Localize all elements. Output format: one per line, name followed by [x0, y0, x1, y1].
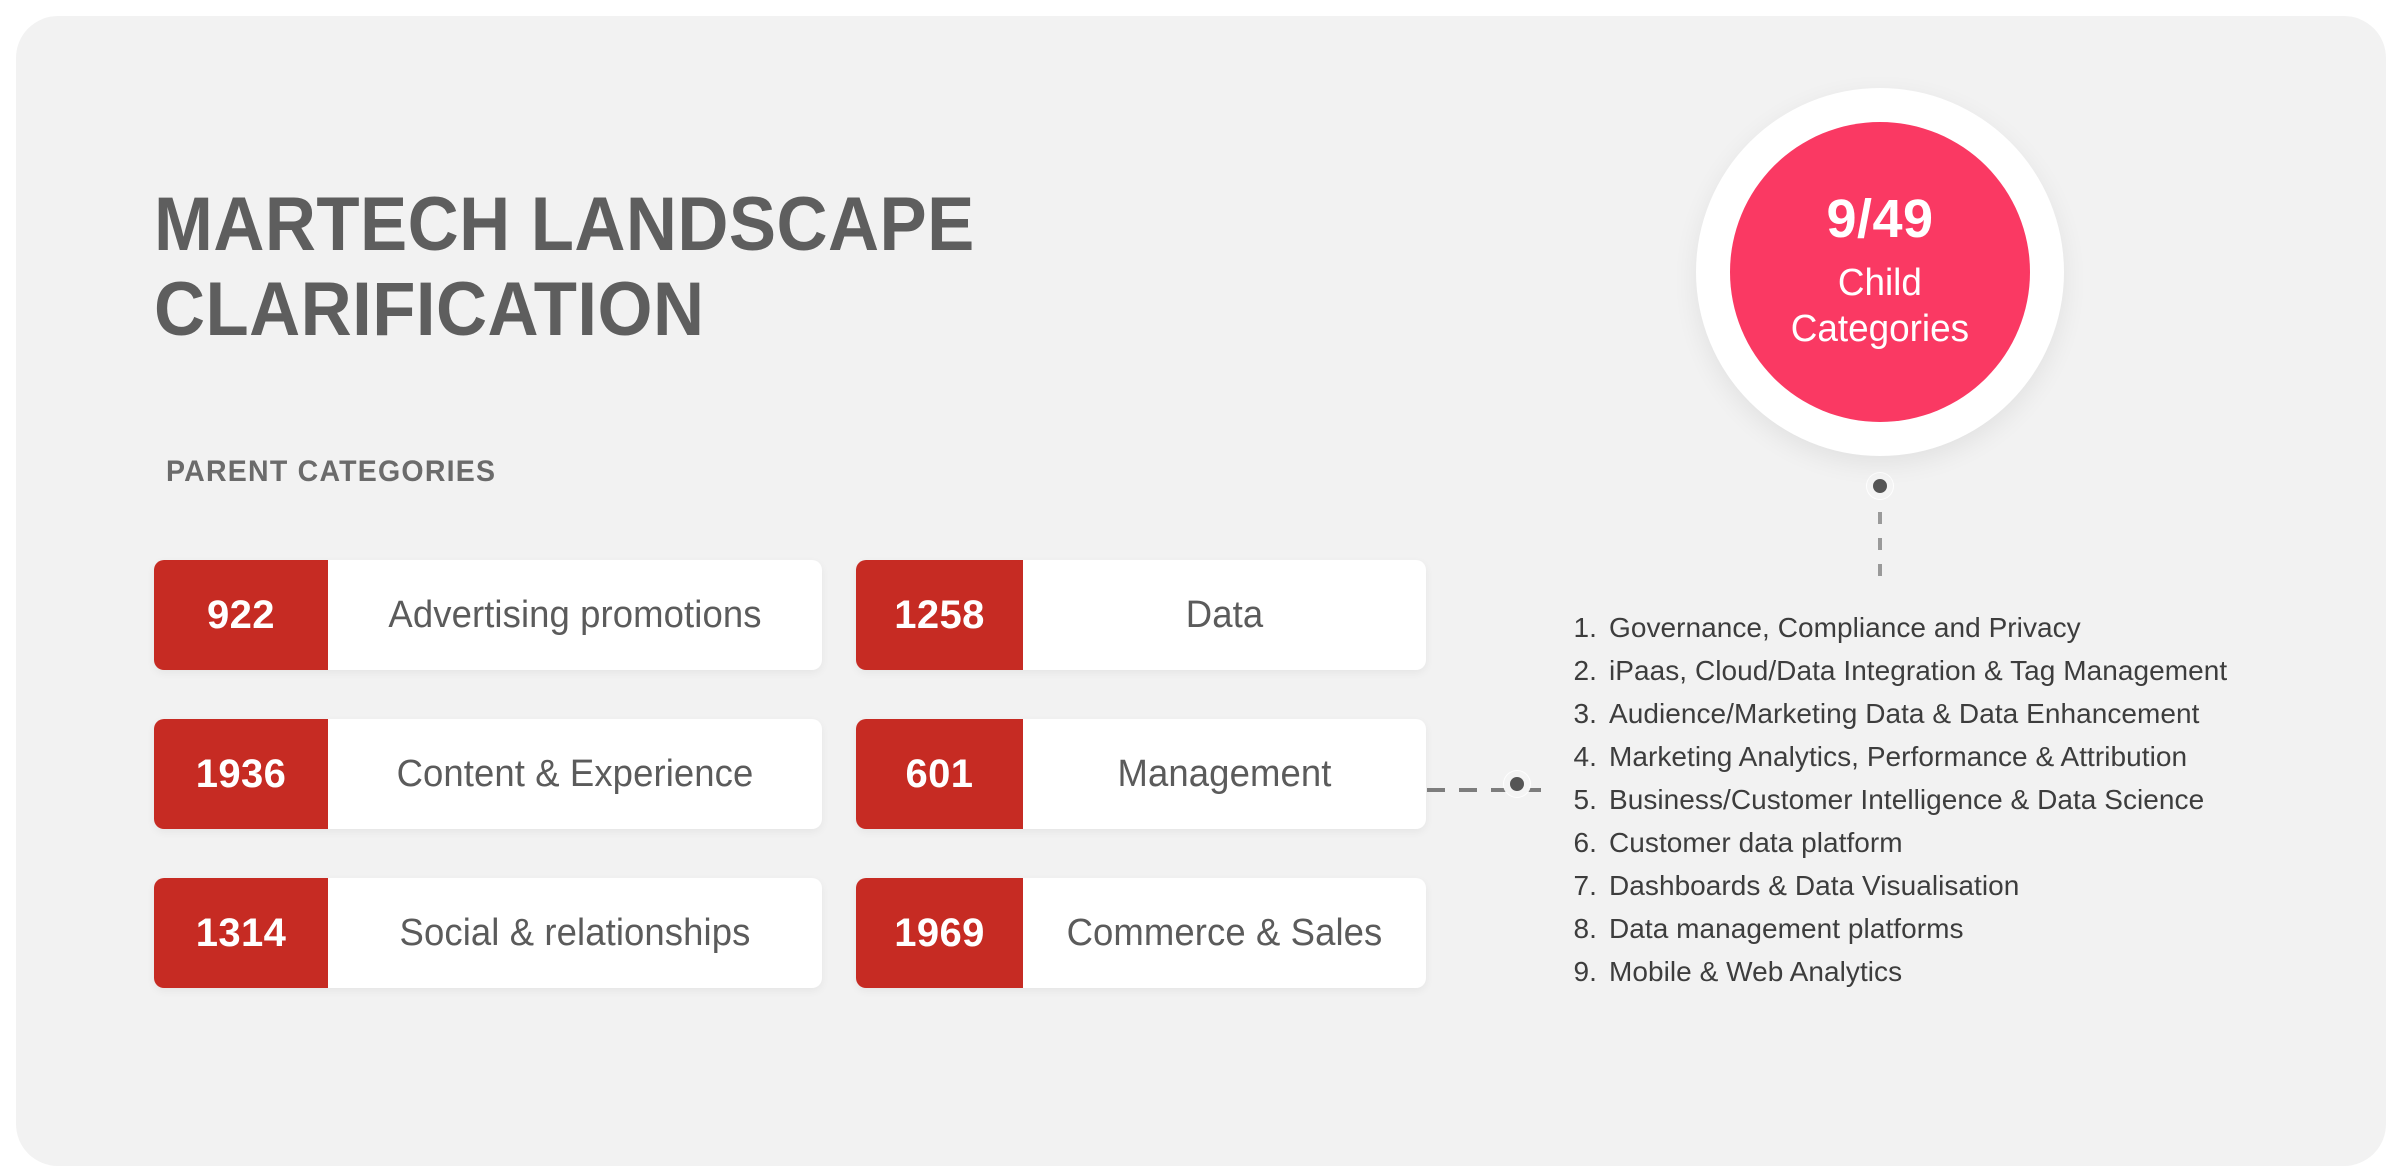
- list-item-number: 4.: [1573, 741, 1597, 772]
- infographic-canvas: MARTECH LANDSCAPE CLARIFICATION PARENT C…: [0, 0, 2400, 1175]
- parent-category-label: Advertising promotions: [388, 593, 762, 636]
- parent-category-count: 601: [856, 719, 1023, 829]
- badge-connector-dot-icon: [1867, 473, 1893, 499]
- list-item: 6. Customer data platform: [1565, 821, 2365, 864]
- parent-category-label: Management: [1117, 752, 1332, 795]
- parent-category-label: Commerce & Sales: [1066, 911, 1383, 954]
- list-item-number: 8.: [1573, 913, 1597, 944]
- list-item: 3. Audience/Marketing Data & Data Enhanc…: [1565, 692, 2365, 735]
- list-item-number: 9.: [1573, 956, 1597, 987]
- list-item-number: 3.: [1573, 698, 1597, 729]
- child-categories-badge: 9/49 Child Categories: [1696, 88, 2064, 456]
- parent-categories-right-column: 1258 Data 601 Management 1969 Commerce &…: [856, 560, 1426, 988]
- list-item-label: Marketing Analytics, Performance & Attri…: [1609, 741, 2188, 772]
- list-item: 1. Governance, Compliance and Privacy: [1565, 606, 2365, 649]
- parent-category-count: 1314: [154, 878, 328, 988]
- parent-category-row[interactable]: 1314 Social & relationships: [154, 878, 822, 988]
- page-title: MARTECH LANDSCAPE CLARIFICATION: [154, 182, 975, 353]
- parent-category-label: Social & relationships: [399, 911, 751, 954]
- connector-dot-icon: [1504, 771, 1530, 797]
- parent-category-label: Content & Experience: [396, 752, 754, 795]
- parent-category-row-management[interactable]: 601 Management: [856, 719, 1426, 829]
- list-item-label: Mobile & Web Analytics: [1609, 956, 1903, 987]
- list-item-label: Governance, Compliance and Privacy: [1609, 612, 2081, 643]
- parent-category-row[interactable]: 1258 Data: [856, 560, 1426, 670]
- parent-categories-left-column: 922 Advertising promotions 1936 Content …: [154, 560, 822, 988]
- list-item: 5. Business/Customer Intelligence & Data…: [1565, 778, 2365, 821]
- list-item-label: Data management platforms: [1609, 913, 1964, 944]
- child-categories-list: 1. Governance, Compliance and Privacy 2.…: [1565, 606, 2365, 993]
- list-item: 4. Marketing Analytics, Performance & At…: [1565, 735, 2365, 778]
- list-item: 9. Mobile & Web Analytics: [1565, 950, 2365, 993]
- parent-category-label: Data: [1185, 593, 1264, 636]
- list-item-number: 5.: [1573, 784, 1597, 815]
- list-item: 2. iPaas, Cloud/Data Integration & Tag M…: [1565, 649, 2365, 692]
- list-item-number: 6.: [1573, 827, 1597, 858]
- badge-ratio: 9/49: [1826, 189, 1934, 250]
- parent-category-row[interactable]: 1969 Commerce & Sales: [856, 878, 1426, 988]
- list-item-number: 2.: [1573, 655, 1597, 686]
- list-item-number: 7.: [1573, 870, 1597, 901]
- parent-category-row[interactable]: 922 Advertising promotions: [154, 560, 822, 670]
- list-item-label: Dashboards & Data Visualisation: [1609, 870, 2020, 901]
- badge-inner-circle: 9/49 Child Categories: [1730, 122, 2030, 422]
- list-item: 8. Data management platforms: [1565, 907, 2365, 950]
- parent-category-count: 1258: [856, 560, 1023, 670]
- parent-category-count: 1969: [856, 878, 1023, 988]
- section-subtitle: PARENT CATEGORIES: [166, 455, 497, 488]
- parent-category-row[interactable]: 1936 Content & Experience: [154, 719, 822, 829]
- vertical-dashed-connector: [1878, 512, 1882, 590]
- list-item-label: Customer data platform: [1609, 827, 1903, 858]
- badge-caption: Child Categories: [1790, 261, 1970, 351]
- list-item-label: Business/Customer Intelligence & Data Sc…: [1609, 784, 2205, 815]
- list-item-number: 1.: [1573, 612, 1597, 643]
- list-item-label: iPaas, Cloud/Data Integration & Tag Mana…: [1609, 655, 2228, 686]
- parent-category-count: 1936: [154, 719, 328, 829]
- list-item: 7. Dashboards & Data Visualisation: [1565, 864, 2365, 907]
- parent-category-count: 922: [154, 560, 328, 670]
- list-item-label: Audience/Marketing Data & Data Enhanceme…: [1609, 698, 2200, 729]
